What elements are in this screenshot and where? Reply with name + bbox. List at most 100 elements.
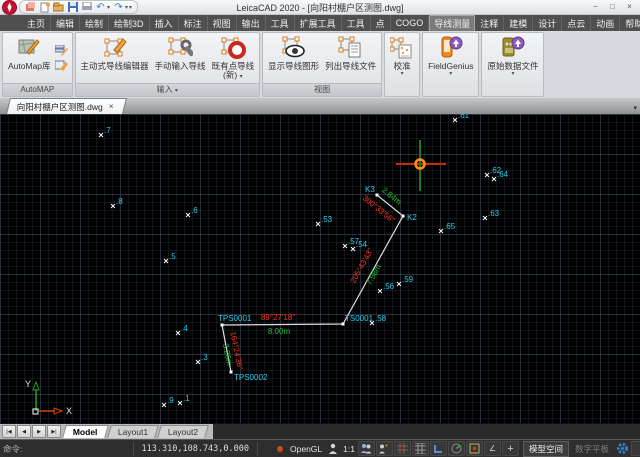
automap-layers-button[interactable] (55, 44, 69, 57)
point-marker-56[interactable] (378, 289, 382, 293)
point-marker-57[interactable] (343, 244, 347, 248)
menu-item-8[interactable]: 工具 (266, 15, 295, 32)
annotation-person-icon[interactable] (325, 442, 340, 455)
point-marker-3[interactable] (196, 360, 200, 364)
point-marker-63[interactable] (483, 216, 487, 220)
point-marker-7[interactable] (99, 133, 103, 137)
tab-strip-menu-icon[interactable]: ▾ (633, 104, 637, 112)
list-traverse-file-button[interactable]: 列出导线文件 (322, 34, 379, 82)
redo-dropdown-icon[interactable]: ▾ (125, 4, 128, 11)
undo-dropdown-icon[interactable]: ▾ (107, 4, 110, 11)
command-prompt[interactable]: 命令: (0, 443, 133, 455)
annotation-users-icon[interactable] (358, 441, 375, 456)
minimize-button[interactable]: − (588, 2, 603, 13)
group-label-input[interactable]: 输入 ▾ (76, 83, 260, 96)
layout-tab-layout1[interactable]: Layout1 (107, 425, 159, 438)
automap-edit-button[interactable] (55, 59, 69, 72)
manual-input-traverse-button[interactable]: 手动输入导线 (152, 34, 209, 82)
document-tab[interactable]: 向阳村棚户区测图.dwg × (6, 98, 127, 114)
menu-item-6[interactable]: 视图 (208, 15, 237, 32)
redo-icon[interactable]: ↷ (113, 2, 124, 13)
plot-icon[interactable] (81, 2, 92, 13)
snap-mode-icon[interactable] (394, 441, 411, 456)
model-space-button[interactable]: 模型空间 (523, 441, 569, 457)
automap-qat-icon[interactable] (25, 2, 36, 13)
maximize-button[interactable]: □ (605, 2, 620, 13)
calibrate-button[interactable]: 校准 ▾ (387, 34, 417, 95)
point-marker-53[interactable] (316, 222, 320, 226)
raw-data-file-button[interactable]: 原始数据文件 ▾ (484, 34, 541, 95)
menu-item-0[interactable]: 主页 (22, 15, 51, 32)
menu-item-19[interactable]: 帮助 (620, 15, 640, 32)
point-marker-62[interactable] (485, 173, 489, 177)
clipped-status-icon[interactable] (631, 441, 640, 456)
fieldgenius-dropdown-icon[interactable]: ▾ (449, 71, 452, 77)
menu-item-5[interactable]: 标注 (179, 15, 208, 32)
annotation-user-star-icon[interactable]: * (376, 441, 393, 456)
point-marker-5[interactable] (164, 259, 168, 263)
point-marker-8[interactable] (111, 204, 115, 208)
opengl-label[interactable]: OpenGL (288, 444, 324, 454)
point-marker-1[interactable] (178, 401, 182, 405)
open-file-icon[interactable] (53, 2, 64, 13)
show-traverse-graphics-button[interactable]: 显示导线图形 (265, 34, 322, 82)
digitizer-label[interactable]: 数字平板 (570, 442, 614, 456)
menu-item-17[interactable]: 点云 (562, 15, 591, 32)
active-traverse-editor-button[interactable]: 主动式导线编辑器 (78, 34, 152, 82)
calibrate-dropdown-icon[interactable]: ▾ (401, 71, 404, 77)
drawing-canvas[interactable]: .7.8.6.5.53.57.54.65.61.62.64.63.59.56.5… (0, 114, 640, 423)
ribbon-panel-input: 主动式导线编辑器 手动输入导线 既有点导线 (新) ▾ 输入 ▾ (75, 32, 261, 97)
menu-item-1[interactable]: 编辑 (51, 15, 80, 32)
traverse-polyline[interactable] (222, 195, 403, 372)
point-marker-9[interactable] (162, 403, 166, 407)
menu-item-2[interactable]: 绘制 (80, 15, 109, 32)
close-button[interactable]: × (622, 2, 637, 13)
menu-item-18[interactable]: 动画 (591, 15, 620, 32)
settings-gear-icon[interactable] (615, 442, 630, 455)
station-marker-K3[interactable] (376, 194, 379, 197)
station-marker-TPS0001[interactable] (221, 324, 224, 327)
group-label-view[interactable]: 视图 (263, 83, 381, 96)
point-marker-61[interactable] (453, 118, 457, 122)
point-marker-59[interactable] (397, 282, 401, 286)
station-marker-K2[interactable] (402, 215, 405, 218)
menu-item-10[interactable]: 工具 (342, 15, 371, 32)
point-marker-64[interactable] (492, 177, 496, 181)
menu-item-12[interactable]: COGO (391, 16, 430, 30)
menu-item-16[interactable]: 设计 (533, 15, 562, 32)
point-marker-6[interactable] (186, 213, 190, 217)
group-label-automap[interactable]: AutoMAP (3, 83, 72, 96)
grid-display-icon[interactable] (412, 441, 429, 456)
menu-item-4[interactable]: 插入 (150, 15, 179, 32)
app-logo-icon[interactable] (2, 0, 17, 15)
dynamic-input-crosshair-icon[interactable]: + (502, 441, 519, 456)
existing-point-traverse-button[interactable]: 既有点导线 (新) ▾ (209, 34, 258, 82)
menu-item-14[interactable]: 注释 (475, 15, 504, 32)
save-icon[interactable] (67, 2, 78, 13)
object-snap-icon[interactable] (466, 441, 483, 456)
layout-tab-layout2[interactable]: Layout2 (157, 425, 209, 438)
station-marker-TPS0002[interactable] (230, 371, 233, 374)
layout-tab-model[interactable]: Model (62, 425, 108, 438)
fieldgenius-button[interactable]: FieldGenius ▾ (425, 34, 476, 95)
polar-tracking-icon[interactable] (448, 441, 465, 456)
qat-overflow-icon[interactable]: ▾ (129, 4, 132, 11)
menu-item-3[interactable]: 绘制3D (109, 15, 150, 32)
ortho-mode-icon[interactable] (430, 441, 447, 456)
raw-data-dropdown-icon[interactable]: ▾ (511, 71, 514, 77)
angle-snap-icon[interactable]: ∠ (484, 441, 501, 456)
menu-item-15[interactable]: 建模 (504, 15, 533, 32)
menu-item-11[interactable]: 点 (371, 15, 391, 32)
document-tab-close-icon[interactable]: × (109, 102, 114, 111)
annotation-scale-label[interactable]: 1:1 (341, 444, 357, 454)
automap-lib-button[interactable]: AutoMap库 (5, 34, 54, 82)
existing-point-dropdown-icon[interactable]: ▾ (240, 74, 243, 80)
point-marker-4[interactable] (176, 331, 180, 335)
menu-item-13[interactable]: 导线测量 (429, 15, 475, 32)
point-marker-65[interactable] (439, 229, 443, 233)
new-file-icon[interactable] (39, 2, 50, 13)
point-marker-54[interactable] (351, 247, 355, 251)
undo-icon[interactable]: ↶ (95, 2, 106, 13)
menu-item-7[interactable]: 输出 (237, 15, 266, 32)
menu-item-9[interactable]: 扩展工具 (295, 15, 342, 32)
